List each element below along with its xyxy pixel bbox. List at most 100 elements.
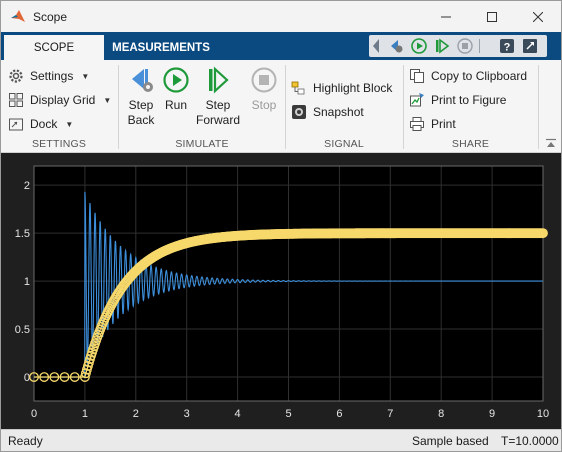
close-button[interactable] bbox=[515, 1, 561, 32]
chevron-down-icon: ▼ bbox=[81, 71, 90, 81]
stop-button[interactable]: Stop bbox=[245, 66, 283, 113]
plot-area: 0 1 2 3 4 5 6 7 8 9 10 0 0.5 1 1.5 2 bbox=[1, 153, 561, 429]
signal-section: Highlight Block Snapshot SIGNAL bbox=[286, 60, 402, 153]
x-tick-label: 0 bbox=[31, 408, 37, 420]
share-section-label: SHARE bbox=[451, 138, 490, 150]
section-divider bbox=[538, 65, 539, 149]
simulate-section-label: SIMULATE bbox=[175, 138, 229, 150]
dock-menu-button[interactable]: Dock ▼ bbox=[8, 116, 73, 132]
highlight-block-label: Highlight Block bbox=[313, 81, 393, 95]
qa-stop-button[interactable] bbox=[456, 37, 474, 55]
settings-menu-button[interactable]: Settings ▼ bbox=[8, 68, 89, 84]
scope-chart[interactable]: 0 1 2 3 4 5 6 7 8 9 10 0 0.5 1 1.5 2 bbox=[1, 153, 561, 429]
collapse-ribbon-icon[interactable] bbox=[545, 138, 557, 148]
stop-icon bbox=[457, 38, 473, 54]
x-tick-label: 1 bbox=[82, 408, 88, 420]
undock-icon bbox=[523, 39, 537, 53]
stop-icon bbox=[250, 66, 278, 94]
step-back-icon bbox=[127, 66, 155, 94]
x-tick-label: 6 bbox=[336, 408, 342, 420]
y-tick-label: 0.5 bbox=[15, 324, 30, 336]
qa-undock-button[interactable] bbox=[521, 37, 539, 55]
status-sample-mode: Sample based bbox=[412, 434, 489, 448]
scope-window: Scope SCOPE MEASUREMENTS ? Settings ▼ Di… bbox=[0, 0, 562, 452]
step-back-label-line1: Step bbox=[128, 98, 154, 112]
minimize-button[interactable] bbox=[423, 1, 469, 32]
y-tick-label: 1 bbox=[24, 276, 30, 288]
status-ready: Ready bbox=[8, 434, 43, 448]
x-tick-label: 9 bbox=[489, 408, 495, 420]
svg-text:?: ? bbox=[504, 42, 511, 54]
snapshot-label: Snapshot bbox=[313, 105, 364, 119]
step-back-icon bbox=[391, 40, 403, 53]
step-forward-button[interactable]: Step Forward bbox=[193, 66, 243, 128]
tab-scope[interactable]: SCOPE bbox=[4, 35, 104, 60]
print-button[interactable]: Print bbox=[409, 116, 456, 132]
run-button[interactable]: Run bbox=[159, 66, 193, 113]
step-back-button[interactable]: Step Back bbox=[121, 66, 161, 128]
step-forward-label-line1: Step bbox=[205, 98, 231, 112]
qa-run-button[interactable] bbox=[410, 37, 428, 55]
signal-section-label: SIGNAL bbox=[324, 138, 364, 150]
grid-icon bbox=[8, 92, 24, 108]
x-tick-label: 5 bbox=[285, 408, 291, 420]
maximize-icon bbox=[487, 11, 497, 22]
copy-icon bbox=[409, 68, 425, 84]
settings-section-label: SETTINGS bbox=[31, 138, 87, 150]
y-tick-label: 0 bbox=[24, 372, 30, 384]
settings-section: Settings ▼ Display Grid ▼ Dock ▼ SETTING… bbox=[1, 60, 117, 153]
help-icon: ? bbox=[500, 39, 514, 54]
run-icon bbox=[411, 38, 427, 54]
printer-icon bbox=[409, 116, 425, 132]
toolbar-separator bbox=[479, 39, 480, 53]
print-to-figure-label: Print to Figure bbox=[431, 93, 507, 107]
status-bar: Ready Sample based T=10.0000 bbox=[1, 429, 561, 451]
qa-step-forward-button[interactable] bbox=[433, 37, 451, 55]
display-grid-label: Display Grid bbox=[30, 93, 96, 107]
run-icon bbox=[162, 66, 190, 94]
tab-measurements[interactable]: MEASUREMENTS bbox=[106, 35, 216, 60]
camera-icon bbox=[291, 104, 307, 120]
print-to-figure-icon bbox=[409, 92, 425, 108]
matlab-logo-icon bbox=[11, 10, 25, 22]
title-bar: Scope bbox=[1, 1, 561, 32]
minimize-icon bbox=[441, 16, 451, 17]
status-sim-time: T=10.0000 bbox=[501, 434, 559, 448]
step-forward-icon bbox=[436, 38, 450, 54]
step-back-label-line2: Back bbox=[127, 113, 155, 127]
chevron-down-icon: ▼ bbox=[103, 95, 112, 105]
simulate-section: Step Back Run Step Forward Stop SIMULATE bbox=[119, 60, 285, 153]
run-label: Run bbox=[164, 98, 187, 112]
share-section: Copy to Clipboard Print to Figure Print … bbox=[404, 60, 537, 153]
chevron-down-icon: ▼ bbox=[65, 119, 74, 129]
x-tick-label: 7 bbox=[387, 408, 393, 420]
highlight-block-icon bbox=[291, 80, 307, 96]
qa-help-button[interactable]: ? bbox=[498, 37, 516, 55]
print-to-figure-button[interactable]: Print to Figure bbox=[409, 92, 506, 108]
close-icon bbox=[533, 11, 543, 22]
highlight-block-button[interactable]: Highlight Block bbox=[291, 80, 392, 96]
print-label: Print bbox=[431, 117, 456, 131]
y-tick-label: 1.5 bbox=[15, 228, 30, 240]
x-tick-label: 8 bbox=[438, 408, 444, 420]
y-tick-label: 2 bbox=[24, 180, 30, 192]
copy-to-clipboard-label: Copy to Clipboard bbox=[431, 69, 528, 83]
step-forward-icon bbox=[204, 66, 232, 94]
stop-label: Stop bbox=[251, 98, 277, 112]
gear-icon bbox=[8, 68, 24, 84]
quick-access-toolbar: ? bbox=[369, 35, 547, 57]
step-forward-label-line2: Forward bbox=[195, 113, 240, 127]
ribbon-toolstrip: Settings ▼ Display Grid ▼ Dock ▼ SETTING… bbox=[1, 60, 561, 153]
x-tick-label: 4 bbox=[235, 408, 241, 420]
x-tick-label: 3 bbox=[184, 408, 190, 420]
display-grid-menu-button[interactable]: Display Grid ▼ bbox=[8, 92, 111, 108]
dock-icon bbox=[8, 116, 24, 132]
x-tick-label: 2 bbox=[133, 408, 139, 420]
copy-to-clipboard-button[interactable]: Copy to Clipboard bbox=[409, 68, 527, 84]
settings-label: Settings bbox=[30, 69, 74, 83]
qa-step-back-button[interactable] bbox=[387, 37, 405, 55]
maximize-button[interactable] bbox=[469, 1, 515, 32]
snapshot-button[interactable]: Snapshot bbox=[291, 104, 364, 120]
toolbar-grip-icon bbox=[373, 39, 379, 53]
window-title: Scope bbox=[33, 10, 68, 24]
